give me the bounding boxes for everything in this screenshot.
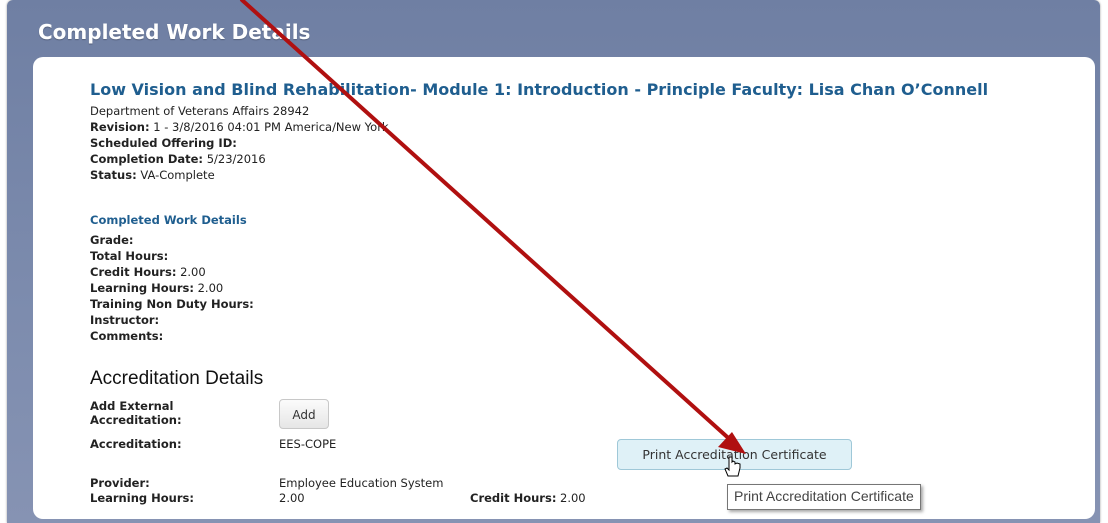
add-accreditation-button[interactable]: Add (279, 399, 329, 429)
instructor-label: Instructor: (90, 313, 160, 327)
credit-hours-row: Credit Hours: 2.00 (90, 265, 206, 279)
add-external-label: Add External Accreditation: (90, 399, 182, 427)
acc-credit-hours-label: Credit Hours: (470, 491, 557, 505)
comments-row: Comments: (90, 329, 163, 343)
status-row: Status: VA-Complete (90, 168, 215, 182)
comments-label: Comments: (90, 329, 164, 343)
grade-row: Grade: (90, 233, 134, 247)
completion-date-label: Completion Date: (90, 152, 204, 166)
training-non-duty-row: Training Non Duty Hours: (90, 297, 254, 311)
completion-date-row: Completion Date: 5/23/2016 (90, 152, 266, 166)
print-certificate-tooltip: Print Accreditation Certificate (727, 484, 921, 510)
work-details-heading: Completed Work Details (90, 213, 247, 227)
learning-hours-row: Learning Hours: 2.00 (90, 281, 223, 295)
accreditation-label: Accreditation: (90, 437, 182, 451)
scheduled-offering-label: Scheduled Offering ID: (90, 136, 237, 150)
revision-value: 1 - 3/8/2016 04:01 PM America/New York (153, 120, 389, 134)
panel-title: Completed Work Details (38, 20, 311, 44)
total-hours-row: Total Hours: (90, 249, 168, 263)
learning-hours-label: Learning Hours: (90, 281, 194, 295)
total-hours-label: Total Hours: (90, 249, 169, 263)
department-text: Department of Veterans Affairs 28942 (90, 104, 310, 118)
instructor-row: Instructor: (90, 313, 159, 327)
acc-learning-hours-label: Learning Hours: (90, 491, 194, 505)
accreditation-value: EES-COPE (279, 437, 337, 451)
training-non-duty-label: Training Non Duty Hours: (90, 297, 254, 311)
provider-label: Provider: (90, 476, 150, 490)
status-label: Status: (90, 168, 137, 182)
grade-label: Grade: (90, 233, 134, 247)
acc-credit-hours-value: 2.00 (560, 491, 586, 505)
scheduled-offering-row: Scheduled Offering ID: (90, 136, 237, 150)
revision-row: Revision: 1 - 3/8/2016 04:01 PM America/… (90, 120, 389, 134)
revision-label: Revision: (90, 120, 150, 134)
learning-hours-value: 2.00 (197, 281, 224, 295)
course-title: Low Vision and Blind Rehabilitation- Mod… (90, 80, 989, 99)
credit-hours-label: Credit Hours: (90, 265, 177, 279)
acc-learning-hours-value: 2.00 (279, 491, 305, 505)
credit-hours-value: 2.00 (180, 265, 206, 279)
provider-value: Employee Education System (279, 476, 444, 490)
accreditation-heading: Accreditation Details (90, 368, 264, 389)
completion-date-value: 5/23/2016 (206, 152, 266, 166)
print-accreditation-certificate-button[interactable]: Print Accreditation Certificate (617, 439, 852, 470)
status-value: VA-Complete (140, 168, 215, 182)
